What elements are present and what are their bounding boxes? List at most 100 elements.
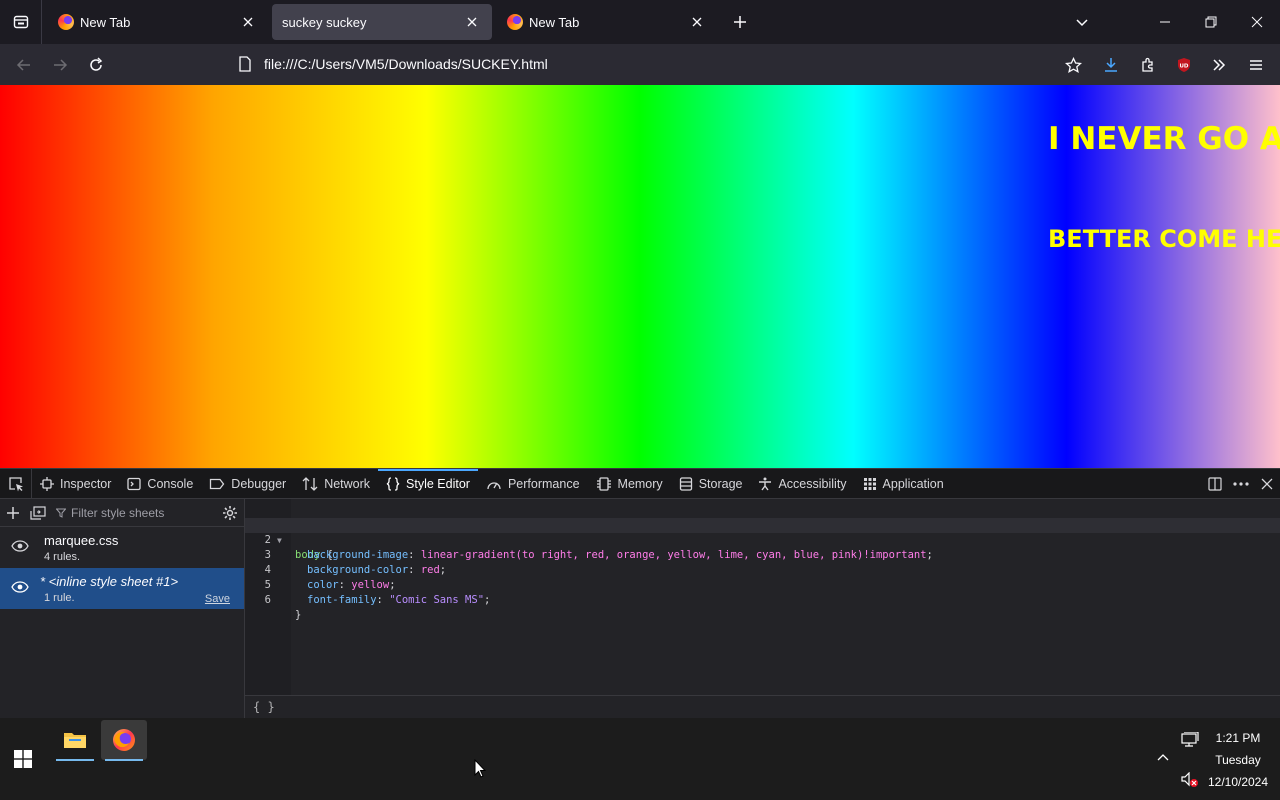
puzzle-icon	[1142, 57, 1153, 72]
tab-title: New Tab	[529, 14, 580, 30]
tab-suckey-suckey[interactable]: suckey suckey	[272, 4, 492, 40]
clock-time[interactable]: 1:21 PM	[1204, 731, 1272, 745]
tab-storage[interactable]: Storage	[671, 469, 751, 499]
app-menu-button[interactable]	[1243, 52, 1269, 78]
close-tab-button[interactable]	[687, 12, 707, 32]
windows-taskbar: 1:21 PM Tuesday 12/10/2024	[0, 718, 1280, 800]
network-status-button[interactable]	[1181, 732, 1199, 748]
tab-new-tab-1[interactable]: New Tab	[48, 4, 268, 40]
download-icon	[1105, 58, 1117, 72]
close-icon	[467, 17, 477, 27]
toggle-sheet-visibility-button[interactable]	[11, 540, 29, 552]
new-tab-button[interactable]	[728, 10, 752, 34]
ethernet-network-icon	[1181, 732, 1199, 747]
minimize-icon	[1160, 21, 1170, 23]
devtools-toolbar-right	[1202, 469, 1280, 499]
debugger-icon	[210, 478, 225, 489]
tab-performance[interactable]: Performance	[478, 469, 588, 499]
toggle-sheet-visibility-button[interactable]	[11, 581, 29, 593]
tab-title: suckey suckey	[282, 14, 367, 30]
chevron-down-icon	[1076, 19, 1088, 27]
tab-new-tab-2[interactable]: New Tab	[497, 4, 717, 40]
new-style-sheet-button[interactable]	[6, 506, 20, 520]
tab-debugger[interactable]: Debugger	[201, 469, 294, 499]
element-picker-button[interactable]	[0, 468, 32, 499]
hamburger-menu-icon	[1250, 60, 1262, 70]
more-tools-button[interactable]	[1206, 52, 1232, 78]
ublock-origin-button[interactable]: UD	[1171, 52, 1197, 78]
marquee-line-1: I NEVER GO A	[1048, 121, 1280, 157]
sheet-name: marquee.css	[44, 533, 119, 548]
save-sheet-link[interactable]: Save	[205, 593, 230, 605]
arrow-right-icon	[54, 59, 68, 71]
downloads-button[interactable]	[1098, 52, 1124, 78]
filter-style-sheets-input[interactable]: Filter style sheets	[56, 506, 212, 520]
settings-button[interactable]	[222, 505, 238, 521]
tab-label: Style Editor	[406, 476, 470, 491]
firefox-logo-icon	[58, 14, 74, 30]
code-line-1: 1 ▼ body {	[245, 503, 1280, 561]
close-tab-button[interactable]	[238, 12, 258, 32]
list-all-tabs-button[interactable]	[1070, 10, 1094, 34]
storage-icon	[679, 476, 692, 491]
sheet-name: * <inline style sheet #1>	[40, 574, 179, 589]
double-chevron-right-icon	[1213, 59, 1226, 71]
svg-text:UD: UD	[1179, 64, 1188, 70]
url-bar[interactable]: file:///C:/Users/VM5/Downloads/SUCKEY.ht…	[228, 50, 1094, 78]
start-button[interactable]	[14, 750, 32, 768]
style-sheet-item-marquee[interactable]: marquee.css 4 rules.	[0, 527, 244, 568]
css-code-editor[interactable]: 1 ▼ body { 2 background-image: linear-gr…	[245, 499, 1280, 695]
clock-day: Tuesday	[1215, 753, 1261, 767]
tab-label: Memory	[617, 476, 663, 491]
application-icon	[863, 477, 876, 490]
bookmark-star-button[interactable]	[1060, 52, 1086, 78]
code-line-6: 6 }	[245, 578, 1280, 621]
plus-icon	[734, 16, 746, 28]
close-devtools-button[interactable]	[1254, 469, 1280, 499]
tab-network[interactable]: Network	[294, 469, 378, 499]
inspector-icon	[40, 476, 54, 491]
web-page-content: I NEVER GO A BETTER COME HE	[0, 85, 1280, 468]
close-brace: }	[295, 609, 302, 621]
tab-console[interactable]: Console	[119, 469, 201, 499]
sheet-rule-count: 4 rules.	[44, 551, 81, 563]
firefox-view-icon	[13, 15, 28, 29]
marquee-line-2: BETTER COME HE	[1048, 225, 1280, 253]
clock-date: 12/10/2024	[1207, 775, 1269, 789]
eye-icon	[11, 581, 29, 593]
taskbar-file-explorer[interactable]	[52, 720, 98, 761]
code-line-4: 4 color: yellow;	[245, 548, 1280, 591]
minimize-button[interactable]	[1142, 0, 1188, 44]
console-icon	[127, 477, 142, 490]
firefox-logo-icon	[113, 729, 135, 751]
show-hidden-icons-button[interactable]	[1156, 752, 1170, 762]
tab-accessibility[interactable]: Accessibility	[750, 469, 854, 499]
tab-application[interactable]: Application	[855, 469, 952, 499]
chevron-up-icon	[1157, 754, 1169, 761]
import-style-sheet-button[interactable]	[30, 505, 46, 520]
firefox-view-button[interactable]	[0, 0, 42, 44]
close-tab-button[interactable]	[462, 12, 482, 32]
extensions-button[interactable]	[1135, 52, 1161, 78]
tab-style-editor[interactable]: Style Editor	[378, 468, 478, 499]
style-sheets-toolbar: Filter style sheets	[0, 499, 244, 527]
tab-memory[interactable]: Memory	[588, 469, 671, 499]
network-icon	[302, 476, 318, 491]
sheet-rule-count: 1 rule.	[44, 592, 75, 604]
css-property: font-family	[307, 594, 377, 606]
tab-label: Debugger	[231, 476, 287, 491]
close-window-button[interactable]	[1234, 0, 1280, 44]
dock-options-button[interactable]	[1202, 469, 1228, 499]
close-icon	[692, 17, 702, 27]
restore-button[interactable]	[1188, 0, 1234, 44]
more-options-button[interactable]	[1228, 469, 1254, 499]
back-button[interactable]	[11, 52, 37, 78]
taskbar-firefox[interactable]	[101, 720, 147, 761]
pretty-print-button[interactable]: { }	[245, 695, 1280, 719]
tab-inspector[interactable]: Inspector	[32, 469, 119, 499]
accessibility-icon	[759, 477, 772, 490]
forward-button[interactable]	[47, 52, 73, 78]
style-sheet-item-inline[interactable]: * <inline style sheet #1> 1 rule. Save	[0, 568, 244, 609]
reload-button[interactable]	[83, 52, 109, 78]
volume-button[interactable]	[1181, 772, 1199, 788]
